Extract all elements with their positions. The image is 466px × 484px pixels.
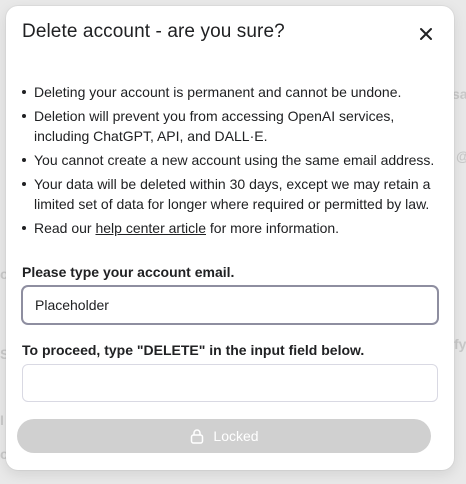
read-more-prefix: Read our xyxy=(34,220,96,236)
read-more-suffix: for more information. xyxy=(206,220,340,236)
list-item: Deleting your account is permanent and c… xyxy=(22,82,438,102)
delete-account-button[interactable]: Locked xyxy=(17,419,431,453)
background-text: fy xyxy=(454,336,466,352)
list-item: You cannot create a new account using th… xyxy=(22,150,438,170)
close-button[interactable] xyxy=(414,22,438,46)
list-item: Your data will be deleted within 30 days… xyxy=(22,174,438,214)
close-icon xyxy=(420,28,432,40)
email-field-label: Please type your account email. xyxy=(22,264,235,280)
list-item-read-more: Read our help center article for more in… xyxy=(22,218,438,238)
dialog-title: Delete account - are you sure? xyxy=(22,21,285,42)
confirm-field-label: To proceed, type "DELETE" in the input f… xyxy=(22,342,365,358)
delete-account-dialog: Delete account - are you sure? Deleting … xyxy=(6,6,454,470)
background-text: I xyxy=(0,412,4,428)
dialog-body: Deleting your account is permanent and c… xyxy=(22,82,438,242)
warning-list: Deleting your account is permanent and c… xyxy=(22,82,438,238)
list-item: Deletion will prevent you from accessing… xyxy=(22,106,438,146)
delete-account-button-label: Locked xyxy=(213,428,259,444)
help-center-link[interactable]: help center article xyxy=(95,220,206,236)
lock-icon xyxy=(189,428,205,444)
background-text: sa xyxy=(452,86,466,102)
email-field[interactable] xyxy=(22,286,438,324)
background-text: @ xyxy=(456,148,466,164)
dialog-header: Delete account - are you sure? xyxy=(22,20,438,48)
delete-confirm-field[interactable] xyxy=(22,364,438,402)
